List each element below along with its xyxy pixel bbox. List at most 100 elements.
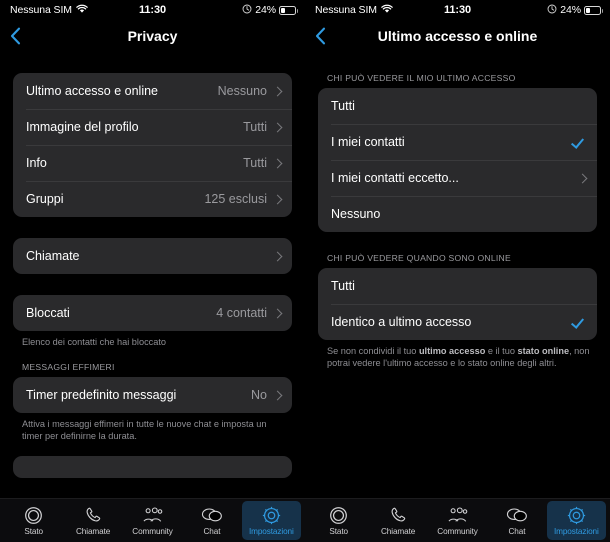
row-info[interactable]: Info Tutti xyxy=(13,145,292,181)
row-value: Tutti xyxy=(243,120,267,134)
row-label: Info xyxy=(26,156,47,170)
tab-impostazioni[interactable]: Impostazioni xyxy=(241,501,302,540)
tab-label: Stato xyxy=(24,527,44,536)
privacy-group-visibility: Ultimo accesso e online Nessuno Immagine… xyxy=(13,73,292,217)
nav-bar-left: Privacy xyxy=(0,20,305,52)
option-tutti-online[interactable]: Tutti xyxy=(318,268,597,304)
section-header-last-seen: CHI PUÒ VEDERE IL MIO ULTIMO ACCESSO xyxy=(327,73,516,83)
section-header-ephemeral: MESSAGGI EFFIMERI xyxy=(22,362,115,373)
status-bar-right: Nessuna SIM 11:30 24% xyxy=(305,0,610,20)
row-bloccati[interactable]: Bloccati 4 contatti xyxy=(13,295,292,331)
option-i-miei-contatti-eccetto[interactable]: I miei contatti eccetto... xyxy=(318,160,597,196)
status-bar-left: Nessuna SIM 11:30 24% xyxy=(0,0,305,20)
chevron-right-icon xyxy=(272,390,283,401)
status-left-group: Nessuna SIM xyxy=(10,4,88,17)
row-gruppi[interactable]: Gruppi 125 esclusi xyxy=(13,181,292,217)
chevron-right-icon xyxy=(272,158,283,168)
row-label: Timer predefinito messaggi xyxy=(26,388,177,403)
page-title-last-seen: Ultimo accesso e online xyxy=(377,28,538,44)
privacy-scroll-area[interactable]: Ultimo accesso e online Nessuno Immagine… xyxy=(0,52,305,498)
wifi-icon xyxy=(381,4,393,17)
chevron-left-icon xyxy=(10,27,21,45)
dual-screen-container: Nessuna SIM 11:30 24% Privacy Ultimo acc… xyxy=(0,0,610,542)
option-i-miei-contatti[interactable]: I miei contatti xyxy=(318,124,597,160)
last-seen-options-card: Tutti I miei contatti I miei contatti ec… xyxy=(318,88,597,232)
wifi-icon xyxy=(76,4,88,17)
option-tutti-last-seen[interactable]: Tutti xyxy=(318,88,597,124)
tab-label: Chat xyxy=(203,527,221,536)
section-header-online: CHI PUÒ VEDERE QUANDO SONO ONLINE xyxy=(327,253,511,263)
status-rings-icon xyxy=(329,505,348,525)
phone-icon xyxy=(84,505,102,525)
row-ultimo-accesso[interactable]: Ultimo accesso e online Nessuno xyxy=(13,73,292,109)
row-value: Nessuno xyxy=(217,84,267,98)
tab-bar-left: Stato Chiamate Community Chat Impostazio… xyxy=(0,498,305,542)
chevron-right-icon xyxy=(272,194,283,204)
back-button-last-seen[interactable] xyxy=(315,23,337,49)
footnote-bold2: stato online xyxy=(517,346,570,356)
alarm-icon xyxy=(547,4,557,17)
footnote-part1: Se non condividi il tuo xyxy=(327,346,419,356)
chevron-right-icon xyxy=(577,173,588,183)
row-label: I miei contatti eccetto... xyxy=(331,171,459,185)
tab-bar-right: Stato Chiamate Community Chat Impostazio… xyxy=(305,498,610,542)
nav-bar-right: Ultimo accesso e online xyxy=(305,20,610,52)
tab-community[interactable]: Community xyxy=(123,501,182,540)
phone-icon xyxy=(389,505,407,525)
community-people-icon xyxy=(142,505,163,525)
tab-community[interactable]: Community xyxy=(428,501,487,540)
tab-chat[interactable]: Chat xyxy=(182,501,241,540)
privacy-screen: Nessuna SIM 11:30 24% Privacy Ultimo acc… xyxy=(0,0,305,542)
privacy-group-blocked: Bloccati 4 contatti xyxy=(13,295,292,331)
carrier-label: Nessuna SIM xyxy=(315,4,377,16)
last-seen-online-screen: Nessuna SIM 11:30 24% Ultimo accesso e o… xyxy=(305,0,610,542)
tab-label: Community xyxy=(132,527,173,536)
battery-percent-label: 24% xyxy=(560,4,581,16)
row-label: Identico a ultimo accesso xyxy=(331,315,472,329)
status-right-group: 24% xyxy=(547,4,603,17)
battery-icon xyxy=(279,5,298,15)
tab-stato[interactable]: Stato xyxy=(309,501,368,540)
back-button-privacy[interactable] xyxy=(10,23,32,49)
row-timer-predefinito[interactable]: Timer predefinito messaggi No xyxy=(13,377,292,413)
option-identico-a-ultimo-accesso[interactable]: Identico a ultimo accesso xyxy=(318,304,597,340)
row-immagine-profilo[interactable]: Immagine del profilo Tutti xyxy=(13,109,292,145)
tab-chiamate[interactable]: Chiamate xyxy=(63,501,122,540)
carrier-label: Nessuna SIM xyxy=(10,4,72,16)
row-label: Nessuno xyxy=(331,207,381,221)
row-label: Tutti xyxy=(331,279,355,293)
ephemeral-footnote: Attiva i messaggi effimeri in tutte le n… xyxy=(0,413,305,442)
status-rings-icon xyxy=(24,505,43,525)
row-value: 125 esclusi xyxy=(204,192,267,206)
privacy-group-calls: Chiamate xyxy=(13,238,292,274)
footnote-part2: e il tuo xyxy=(485,346,518,356)
online-options-card: Tutti Identico a ultimo accesso xyxy=(318,268,597,340)
option-nessuno[interactable]: Nessuno xyxy=(318,196,597,232)
blocked-footnote: Elenco dei contatti che hai bloccato xyxy=(22,337,167,347)
tab-chiamate[interactable]: Chiamate xyxy=(368,501,427,540)
tab-impostazioni[interactable]: Impostazioni xyxy=(546,501,607,540)
chevron-right-icon xyxy=(272,251,283,261)
tab-stato[interactable]: Stato xyxy=(4,501,63,540)
chevron-left-icon xyxy=(315,27,326,45)
battery-icon xyxy=(584,5,603,15)
tab-label: Stato xyxy=(329,527,349,536)
tab-label: Impostazioni xyxy=(248,527,294,536)
chevron-right-icon xyxy=(272,122,283,132)
privacy-group-next-partial[interactable] xyxy=(13,456,292,479)
row-value: 4 contatti xyxy=(216,306,267,320)
last-seen-scroll-area[interactable]: CHI PUÒ VEDERE IL MIO ULTIMO ACCESSO Tut… xyxy=(305,52,610,498)
ephemeral-footnote-line1: Attiva i messaggi effimeri in tutte le n… xyxy=(22,419,219,430)
row-label: Chiamate xyxy=(26,249,80,263)
row-chiamate[interactable]: Chiamate xyxy=(13,238,292,274)
privacy-group-ephemeral: Timer predefinito messaggi No xyxy=(13,377,292,414)
status-left-group: Nessuna SIM xyxy=(315,4,393,17)
chevron-right-icon xyxy=(272,308,283,318)
page-title-privacy: Privacy xyxy=(127,28,178,44)
tab-label: Community xyxy=(437,527,478,536)
tab-label: Chat xyxy=(508,527,526,536)
tab-chat[interactable]: Chat xyxy=(487,501,546,540)
row-value: Tutti xyxy=(243,156,267,170)
chat-bubbles-icon xyxy=(201,505,223,525)
row-label: Tutti xyxy=(331,99,355,113)
